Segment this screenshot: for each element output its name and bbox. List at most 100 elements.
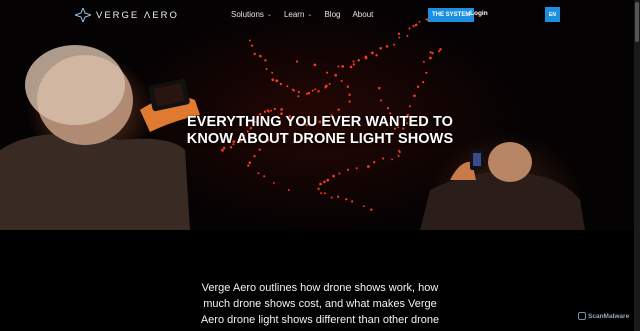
drone-light-dot bbox=[271, 71, 274, 74]
hero-title-line1: EVERYTHING YOU EVER WANTED TO bbox=[186, 114, 454, 130]
drone-light-dot bbox=[380, 99, 383, 102]
drone-light-dot bbox=[221, 148, 224, 152]
drone-light-dot bbox=[378, 86, 381, 90]
drone-light-dot bbox=[317, 187, 320, 191]
drone-light-dot bbox=[393, 43, 396, 46]
chevron-down-icon: ⌄ bbox=[307, 12, 313, 18]
drone-light-dot bbox=[413, 94, 416, 98]
drone-light-dot bbox=[279, 82, 283, 86]
drone-light-dot bbox=[326, 71, 329, 74]
chevron-down-icon: ⌄ bbox=[266, 12, 272, 18]
drone-light-dot bbox=[287, 189, 290, 192]
drone-light-dot bbox=[266, 109, 270, 112]
drone-light-dot bbox=[425, 71, 428, 74]
nav-item-about[interactable]: About bbox=[352, 10, 373, 19]
drone-light-dot bbox=[259, 54, 262, 58]
drone-light-dot bbox=[375, 54, 378, 57]
the-system-button[interactable]: THE SYSTEM bbox=[428, 8, 475, 22]
drone-light-dot bbox=[437, 50, 441, 53]
drone-light-dot bbox=[324, 84, 328, 88]
drone-light-dot bbox=[273, 107, 276, 111]
drone-light-dot bbox=[250, 44, 254, 47]
drone-light-dot bbox=[253, 155, 256, 158]
nav-item-label: Blog bbox=[324, 10, 341, 19]
drone-light-dot bbox=[334, 73, 338, 77]
drone-light-dot bbox=[328, 82, 331, 85]
drone-light-dot bbox=[297, 95, 300, 98]
nav-item-label: Learn bbox=[283, 10, 305, 19]
drone-light-dot bbox=[408, 105, 411, 108]
main-menu: Solutions ⌄ Learn ⌄ Blog About bbox=[231, 10, 373, 19]
drone-light-dot bbox=[362, 205, 365, 208]
drone-light-dot bbox=[422, 60, 425, 63]
drone-light-dot bbox=[397, 32, 401, 35]
hero-title-line2: KNOW ABOUT DRONE LIGHT SHOWS bbox=[186, 131, 454, 147]
intro-paragraph: Verge Aero outlines how drone shows work… bbox=[200, 282, 440, 326]
drone-light-dot bbox=[263, 175, 266, 178]
nav-item-solutions[interactable]: Solutions ⌄ bbox=[231, 10, 272, 19]
hero-section: EVERYTHING YOU EVER WANTED TO KNOW ABOUT… bbox=[0, 0, 640, 230]
drone-light-dot bbox=[247, 164, 250, 167]
drone-light-dot bbox=[348, 100, 351, 103]
nav-item-learn[interactable]: Learn ⌄ bbox=[284, 10, 313, 19]
drone-light-dot bbox=[416, 85, 420, 89]
watermark-label: ScanMalware bbox=[588, 312, 630, 320]
verge-aero-logo-icon bbox=[75, 8, 91, 22]
drone-light-dot bbox=[355, 167, 358, 170]
drone-light-dot bbox=[337, 108, 340, 111]
brand-logo[interactable]: VERGE ΛERO bbox=[75, 8, 179, 22]
login-link[interactable]: Login bbox=[470, 10, 488, 17]
drone-light-dot bbox=[275, 79, 279, 83]
drone-light-dot bbox=[336, 195, 340, 198]
drone-light-dot bbox=[346, 85, 349, 88]
drone-light-dot bbox=[286, 85, 289, 88]
scanmalware-logo-icon bbox=[578, 312, 586, 320]
drone-light-dot bbox=[429, 56, 432, 60]
drone-light-dot bbox=[357, 59, 360, 62]
drone-light-dot bbox=[349, 65, 353, 69]
drone-light-dot bbox=[253, 52, 256, 56]
drone-light-dot bbox=[338, 172, 341, 175]
page-scrollbar[interactable] bbox=[634, 0, 640, 331]
language-selector[interactable]: EN bbox=[545, 7, 560, 22]
drone-light-dot bbox=[292, 89, 295, 92]
drone-light-dot bbox=[272, 182, 275, 184]
drone-light-dot bbox=[385, 45, 389, 48]
nav-item-label: Solutions bbox=[231, 10, 264, 19]
drone-light-dot bbox=[337, 65, 340, 68]
drone-light-dot bbox=[348, 93, 351, 96]
drone-light-dot bbox=[258, 148, 261, 151]
drone-light-dot bbox=[422, 81, 425, 84]
drone-light-dot bbox=[352, 60, 355, 63]
scrollbar-thumb[interactable] bbox=[635, 2, 639, 42]
drone-light-dot bbox=[367, 165, 370, 168]
top-navigation: VERGE ΛERO Solutions ⌄ Learn ⌄ Blog Abou… bbox=[0, 0, 640, 30]
drone-light-dot bbox=[439, 48, 442, 51]
drone-light-dot bbox=[307, 91, 311, 95]
drone-light-dot bbox=[386, 107, 389, 110]
scanmalware-watermark: ScanMalware bbox=[578, 312, 629, 320]
drone-light-dot bbox=[398, 36, 401, 39]
drone-light-dot bbox=[319, 182, 322, 186]
drone-light-dot bbox=[340, 80, 343, 82]
drone-light-dot bbox=[364, 55, 367, 58]
drone-light-dot bbox=[295, 60, 299, 63]
drone-light-dot bbox=[370, 208, 373, 211]
drone-light-dot bbox=[314, 88, 317, 91]
drone-light-dot bbox=[313, 63, 317, 67]
drone-light-dot bbox=[373, 161, 376, 164]
hero-photo-person-right bbox=[420, 142, 585, 230]
drone-light-dot bbox=[323, 180, 326, 184]
drone-light-dot bbox=[371, 51, 374, 55]
drone-light-dot bbox=[323, 192, 326, 195]
nav-item-blog[interactable]: Blog bbox=[324, 10, 340, 19]
hero-title: EVERYTHING YOU EVER WANTED TO KNOW ABOUT… bbox=[170, 114, 470, 148]
drone-light-dot bbox=[382, 157, 385, 160]
drone-light-dot bbox=[257, 172, 260, 175]
drone-light-dot bbox=[352, 63, 355, 66]
drone-light-dot bbox=[350, 200, 354, 203]
drone-light-dot bbox=[406, 34, 409, 37]
drone-light-dot bbox=[391, 158, 394, 161]
drone-light-dot bbox=[330, 196, 333, 199]
drone-light-dot bbox=[379, 47, 383, 50]
